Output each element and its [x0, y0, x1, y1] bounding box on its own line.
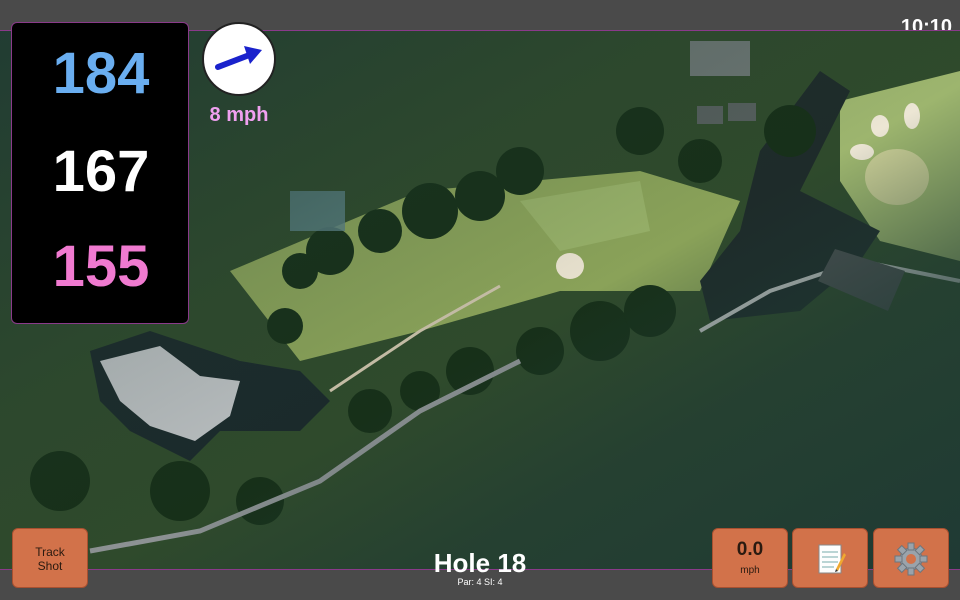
distance-front: 155 — [52, 234, 150, 299]
gear-icon — [894, 542, 928, 576]
wind-speed: 8 mph — [209, 104, 269, 126]
wind-direction-arrow-icon — [215, 46, 262, 70]
wind-indicator — [202, 22, 276, 96]
distance-panel: 184 167 155 — [11, 22, 189, 324]
distance-back: 184 — [52, 41, 150, 106]
speed-value: 0.0 — [736, 539, 764, 560]
hole-par-si: Par: 4 SI: 4 — [457, 577, 503, 587]
speed-unit: mph — [740, 565, 760, 576]
settings-button[interactable] — [873, 528, 949, 588]
track-shot-label: Track Shot — [35, 545, 65, 573]
speed-button[interactable]: 0.0 mph — [712, 528, 788, 588]
notepad-icon — [818, 544, 846, 574]
notes-button[interactable] — [792, 528, 868, 588]
hole-title: Hole 18 — [433, 548, 527, 578]
distance-middle: 167 — [52, 139, 150, 204]
track-shot-button[interactable]: Track Shot — [12, 528, 88, 588]
